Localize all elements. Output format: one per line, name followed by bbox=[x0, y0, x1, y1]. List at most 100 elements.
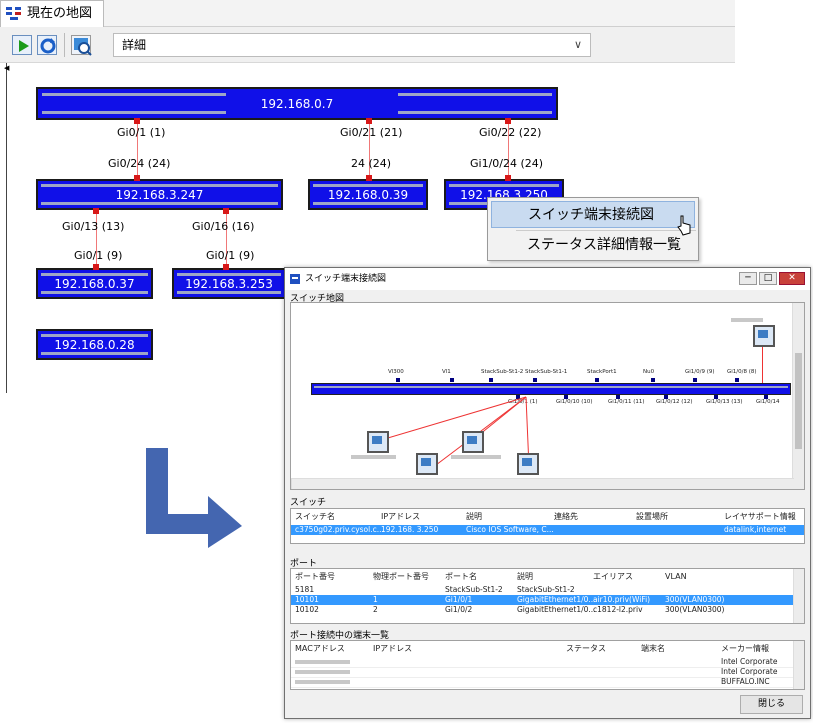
mini-port-label: Gi1/0/11 (11) bbox=[608, 399, 645, 405]
maximize-button[interactable]: □ bbox=[759, 272, 777, 285]
mini-port-label: Gi1/0/8 (8) bbox=[727, 369, 757, 375]
mini-port-label: Nu0 bbox=[643, 369, 655, 375]
switch-label: 192.168.3.253 bbox=[185, 277, 273, 291]
mini-port-marker bbox=[616, 395, 620, 399]
port-label: Gi0/1 (1) bbox=[117, 126, 166, 139]
table-cell: Gi1/0/2 bbox=[445, 605, 473, 614]
terminal-pc-icon[interactable] bbox=[753, 325, 775, 347]
mini-port-label: Gi1/0/13 (13) bbox=[706, 399, 743, 405]
view-select[interactable]: 詳細 ∨ bbox=[113, 33, 591, 57]
table-cell: StackSub-St1-2 bbox=[517, 585, 575, 594]
switch-39[interactable]: 192.168.0.39 bbox=[308, 179, 428, 210]
switch-37[interactable]: 192.168.0.37 bbox=[36, 268, 153, 299]
switch-core[interactable]: 192.168.0.7 bbox=[36, 87, 558, 120]
close-window-button[interactable]: ✕ bbox=[779, 272, 805, 285]
mini-port-marker bbox=[735, 378, 739, 382]
table-row[interactable]: 10101 1 Gi1/0/1 GigabitEthernet1/0... air10.… bbox=[291, 595, 794, 605]
column-header: 端末名 bbox=[641, 644, 665, 653]
table-cell: 1 bbox=[373, 595, 378, 604]
column-header: 連絡先 bbox=[554, 512, 578, 521]
table-cell: 5181 bbox=[295, 585, 315, 594]
switch-section-label: スイッチ bbox=[290, 498, 327, 508]
splitter-arrow-icon: ◀ bbox=[4, 64, 10, 72]
table-cell: 10102 bbox=[295, 605, 319, 614]
column-header: IPアドレス bbox=[381, 512, 421, 521]
flow-arrow-icon bbox=[146, 448, 242, 548]
mini-port-label: StackSub-St1-2 bbox=[481, 369, 524, 375]
column-header: VLAN bbox=[665, 572, 687, 581]
table-cell: datalink,internet bbox=[724, 525, 787, 534]
terminal-pc-icon[interactable] bbox=[517, 453, 539, 475]
switch-253[interactable]: 192.168.3.253 bbox=[172, 268, 286, 299]
refresh-button[interactable] bbox=[37, 35, 57, 55]
table-row[interactable]: BUFFALO.INC bbox=[291, 677, 794, 688]
port-marker bbox=[366, 175, 372, 181]
mini-port-marker bbox=[450, 378, 454, 382]
port-label: Gi1/0/24 (24) bbox=[470, 157, 544, 170]
port-label: Gi0/16 (16) bbox=[192, 220, 255, 233]
network-map-icon bbox=[6, 7, 21, 20]
port-label: Gi0/1 (9) bbox=[206, 249, 255, 262]
masked-text bbox=[351, 455, 396, 459]
view-select-value: 詳細 bbox=[122, 38, 147, 52]
switch-28[interactable]: 192.168.0.28 bbox=[36, 329, 153, 360]
column-header: IPアドレス bbox=[373, 644, 413, 653]
terminal-pc-icon[interactable] bbox=[462, 431, 484, 453]
mini-port-marker bbox=[714, 395, 718, 399]
mini-port-label: Gi1/0/9 (9) bbox=[685, 369, 715, 375]
mini-port-label: Gi1/0/12 (12) bbox=[656, 399, 693, 405]
terminal-pc-icon[interactable] bbox=[416, 453, 438, 475]
switch-label: 192.168.3.247 bbox=[115, 188, 204, 202]
menu-item-switch-terminal-map[interactable]: スイッチ端末接続図 bbox=[491, 201, 695, 228]
mini-switch-bar bbox=[311, 383, 791, 395]
port-marker bbox=[134, 118, 140, 124]
menu-divider bbox=[516, 230, 696, 231]
vertical-scrollbar[interactable] bbox=[792, 303, 804, 489]
column-header: MACアドレス bbox=[295, 644, 345, 653]
horizontal-scrollbar[interactable] bbox=[291, 478, 794, 489]
table-cell: BUFFALO.INC bbox=[721, 677, 770, 686]
port-table: ポート番号 物理ポート番号 ポート名 説明 エイリアス VLAN 5181 StackSub… bbox=[290, 568, 805, 624]
port-marker bbox=[366, 118, 372, 124]
terminal-pc-icon[interactable] bbox=[367, 431, 389, 453]
port-marker bbox=[134, 175, 140, 181]
vertical-scrollbar[interactable] bbox=[793, 569, 804, 623]
masked-text bbox=[295, 680, 350, 684]
search-button[interactable] bbox=[71, 35, 92, 56]
play-button[interactable] bbox=[12, 35, 32, 55]
mini-port-marker bbox=[489, 378, 493, 382]
map-splitter[interactable] bbox=[6, 63, 7, 393]
vertical-scrollbar[interactable] bbox=[793, 641, 804, 689]
table-cell: 300(VLAN0300) bbox=[665, 595, 725, 604]
column-header: 説明 bbox=[517, 572, 533, 581]
menu-item-status-details[interactable]: ステータス詳細情報一覧 bbox=[491, 232, 695, 259]
port-marker bbox=[93, 264, 99, 270]
mini-port-label: Vl300 bbox=[388, 369, 404, 375]
column-header: メーカー情報 bbox=[721, 644, 769, 653]
port-marker bbox=[223, 208, 229, 214]
mini-port-marker bbox=[664, 395, 668, 399]
table-cell: 192.168. 3.250 bbox=[381, 525, 439, 534]
terminal-table: MACアドレス IPアドレス ステータス 端末名 メーカー情報 Intel Corpor… bbox=[290, 640, 805, 690]
table-row[interactable]: c3750g02.priv.cysol.c... 192.168. 3.250 Ci… bbox=[291, 525, 804, 535]
dialog-title: スイッチ端末接続図 bbox=[285, 268, 810, 290]
mini-port-marker bbox=[595, 378, 599, 382]
switch-table: スイッチ名 IPアドレス 説明 連絡先 設置場所 レイヤサポート情報 c3750g02.p… bbox=[290, 508, 805, 544]
port-label: 24 (24) bbox=[351, 157, 392, 170]
table-cell: StackSub-St1-2 bbox=[445, 585, 503, 594]
masked-text bbox=[731, 318, 763, 322]
toolbar-separator bbox=[64, 33, 65, 57]
table-row[interactable]: 5181 StackSub-St1-2 StackSub-St1-2 bbox=[291, 585, 794, 595]
close-button[interactable]: 閉じる bbox=[740, 695, 803, 714]
table-cell: 300(VLAN0300) bbox=[665, 605, 725, 614]
masked-text bbox=[295, 660, 350, 664]
switch-247[interactable]: 192.168.3.247 bbox=[36, 179, 283, 210]
table-row[interactable]: 10102 2 Gi1/0/2 GigabitEthernet1/0... c1812-… bbox=[291, 605, 794, 615]
dialog-title-text: スイッチ端末接続図 bbox=[305, 274, 387, 284]
mini-port-marker bbox=[693, 378, 697, 382]
mini-port-label: StackSub-St1-1 bbox=[525, 369, 568, 375]
tab-current-map[interactable]: 現在の地図 bbox=[0, 0, 104, 27]
table-cell: Intel Corporate bbox=[721, 667, 778, 676]
column-header: 設置場所 bbox=[636, 512, 668, 521]
minimize-button[interactable]: ─ bbox=[739, 272, 757, 285]
